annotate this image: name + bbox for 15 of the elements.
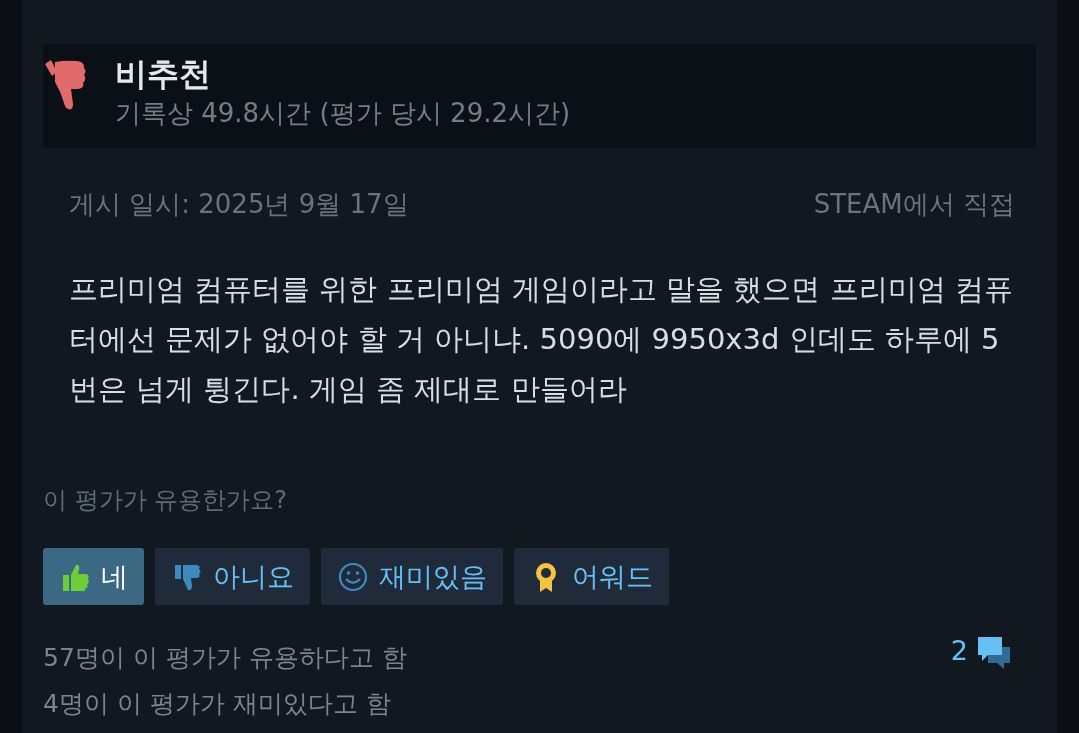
helpful-question: 이 평가가 유용한가요? (43, 485, 288, 516)
source-text: STEAM에서 직접 (813, 188, 1015, 221)
smiley-icon (337, 560, 369, 593)
review-text: 프리미엄 컴퓨터를 위한 프리미엄 게임이라고 말을 했으면 프리미엄 컴퓨터에선 문제가 없어야 할 거 아니냐. 5090에 9950x3d 인데도 하루에 5번은 넘게 튕긴다. 게임 좀 제대로 만들어라 (68, 271, 1014, 408)
verdict-title: 비추천 (115, 54, 212, 94)
posted-date: 게시 일시: 2025년 9월 17일 (69, 188, 409, 221)
no-button[interactable]: 아니요 (155, 548, 310, 605)
award-button[interactable]: 어워드 (514, 548, 669, 605)
funny-button[interactable]: 재미있음 (321, 548, 503, 605)
comment-bubbles-icon (976, 635, 1012, 671)
vote-count-text: 4명이 이 평가가 재미있다고 함 (43, 688, 392, 720)
playtime-text: 기록상 49.8시간 (평가 당시 29.2시간) (115, 97, 571, 130)
vote-count-text: 57명이 이 평가가 유용하다고 함 (43, 642, 407, 674)
comment-count-link[interactable]: 2 (950, 635, 1012, 679)
yes-button[interactable]: 네 (43, 548, 144, 605)
